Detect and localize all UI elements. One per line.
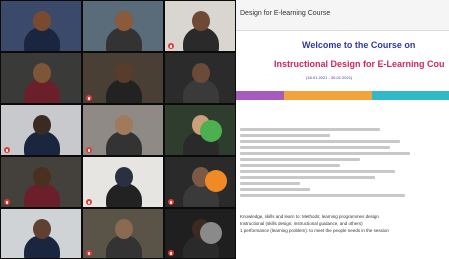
paragraph-1: Knowledge, skills and learn to: Methods;… (240, 214, 379, 219)
band-orange (284, 91, 372, 100)
course-dates: (18.01.2021 - 30.01.2021) (306, 75, 353, 80)
participant-gallery (0, 0, 236, 259)
band-teal (372, 91, 449, 100)
course-title: Instructional Design for E-Learning Cou (274, 59, 445, 69)
shared-screen: Design for E-learning Course Welcome to … (236, 0, 449, 259)
participant-tile[interactable] (82, 52, 164, 104)
participant-tile[interactable] (164, 52, 236, 104)
participant-tile[interactable] (0, 104, 82, 156)
participant-tile[interactable] (0, 52, 82, 104)
muted-mic-icon (168, 43, 174, 49)
participant-tile[interactable] (82, 156, 164, 208)
participant-tile[interactable] (82, 104, 164, 156)
participant-tile[interactable] (82, 208, 164, 259)
muted-mic-icon (86, 250, 92, 256)
welcome-heading: Welcome to the Course on (302, 40, 416, 50)
participant-tile[interactable] (0, 208, 82, 259)
avatar-icon (205, 170, 227, 192)
muted-mic-icon (168, 199, 174, 205)
muted-mic-icon (168, 250, 174, 256)
muted-mic-icon (86, 199, 92, 205)
agenda-lines (240, 128, 445, 200)
paragraph-3: 1 performance (learning problem): to mee… (240, 228, 389, 233)
color-bands (236, 91, 449, 100)
participant-tile[interactable] (164, 0, 236, 52)
participant-tile[interactable] (82, 0, 164, 52)
paragraph-2: Instructional (skills design; instructio… (240, 221, 363, 226)
video-call-window: Design for E-learning Course Welcome to … (0, 0, 449, 259)
shared-header-text: Design for E-learning Course (240, 10, 331, 17)
shared-title-bar: Design for E-learning Course (236, 0, 449, 31)
avatar-icon (200, 120, 222, 142)
band-purple (236, 91, 284, 100)
muted-mic-icon (4, 147, 10, 153)
participant-tile[interactable] (0, 0, 82, 52)
avatar-icon (200, 222, 222, 244)
muted-mic-icon (4, 199, 10, 205)
muted-mic-icon (86, 95, 92, 101)
participant-tile[interactable] (0, 156, 82, 208)
muted-mic-icon (86, 147, 92, 153)
